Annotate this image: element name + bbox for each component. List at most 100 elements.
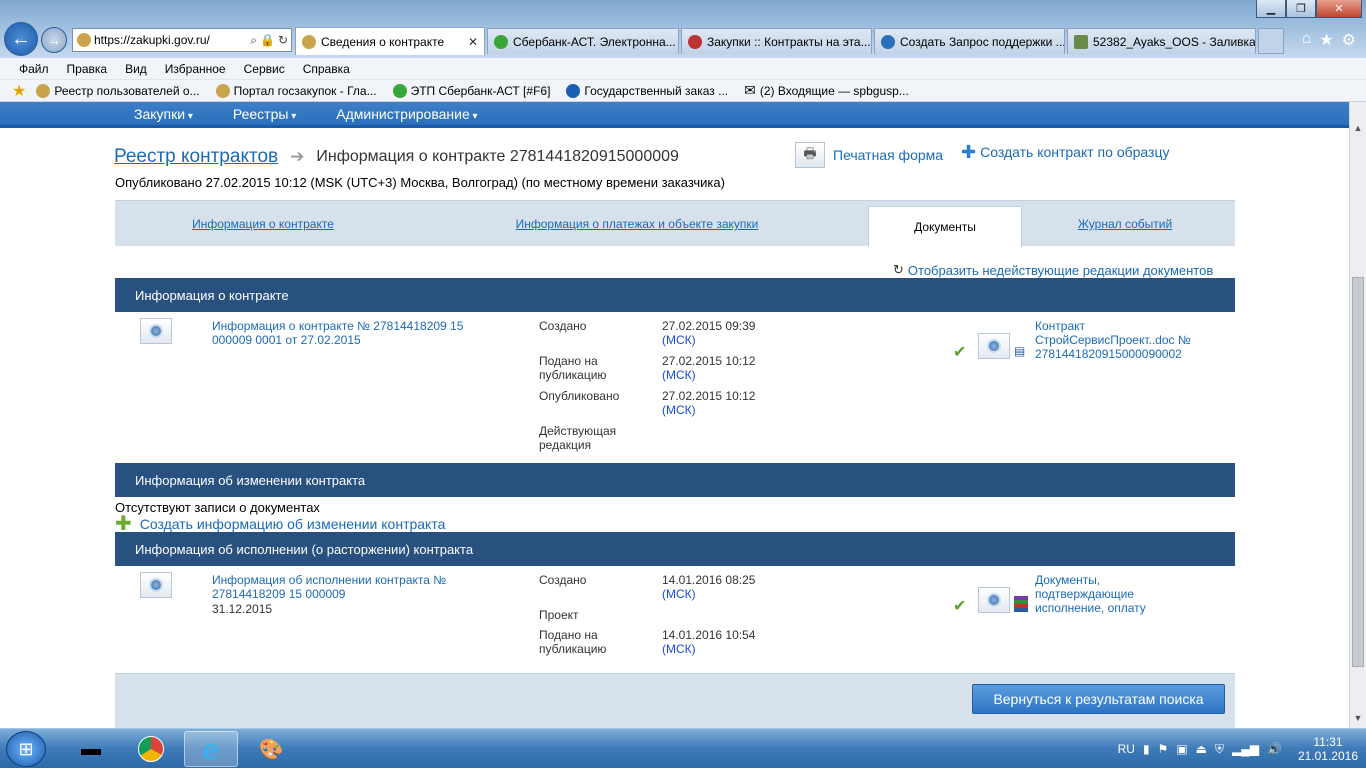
submitted-label: Подано на публикацию	[539, 628, 606, 656]
tab-title: Сведения о контракте	[321, 34, 445, 49]
pdf-icon[interactable]: ▣	[1176, 742, 1187, 756]
tab-documents[interactable]: Документы	[868, 206, 1022, 247]
browser-tab-ayaks[interactable]: 52382_Ayaks_OOS - Заливка ...	[1067, 28, 1256, 54]
browser-tab-contract[interactable]: Сведения о контракте ✕	[295, 27, 485, 55]
create-change-label: Создать информацию об изменении контракт…	[139, 516, 446, 532]
green-plus-icon: ✚	[115, 513, 132, 535]
menu-favorites[interactable]: Избранное	[165, 62, 226, 76]
browser-tab-support[interactable]: Создать Запрос поддержки ...	[874, 28, 1065, 54]
date-text: 27.02.2015 10:12	[662, 389, 756, 403]
certificate-button[interactable]	[978, 587, 1010, 613]
internet-explorer-icon[interactable]: e	[184, 731, 238, 767]
nav-administration[interactable]: Администрирование	[336, 106, 477, 122]
tab-label: Информация о контракте	[192, 217, 334, 231]
emblem-icon	[302, 34, 316, 49]
forward-button[interactable]: →	[41, 27, 67, 53]
tab-title: 52382_Ayaks_OOS - Заливка ...	[1093, 34, 1256, 49]
certificate-button[interactable]	[140, 572, 172, 598]
favorite-item[interactable]: ЭТП Сбербанк-АСТ [#F6]	[392, 83, 550, 98]
tab-payments-info[interactable]: Информация о платежах и объекте закупки	[411, 201, 863, 247]
scroll-up-icon[interactable]: ▲	[1350, 120, 1366, 136]
security-icon[interactable]: ⛨	[1215, 742, 1224, 757]
tab-event-log[interactable]: Журнал событий	[1025, 201, 1225, 247]
menu-edit[interactable]: Правка	[67, 62, 108, 76]
chrome-icon[interactable]	[124, 731, 178, 767]
favorites-add-icon[interactable]: ★	[12, 81, 26, 101]
gov-order-icon	[566, 83, 581, 98]
published-label: Опубликовано	[539, 389, 620, 403]
tab-title: Закупки :: Контракты на эта...	[707, 34, 871, 49]
scanner-app-icon[interactable]: ▬	[64, 731, 118, 767]
menu-help[interactable]: Справка	[303, 62, 350, 76]
back-button[interactable]: ←	[4, 22, 38, 56]
home-icon[interactable]: ⌂	[1302, 30, 1312, 50]
minimize-button[interactable]: ▁	[1256, 0, 1286, 18]
menu-tools[interactable]: Сервис	[244, 62, 285, 76]
contract-doc-link[interactable]: Информация о контракте № 27814418209 15 …	[212, 319, 463, 347]
tab-contract-info[interactable]: Информация о контракте	[115, 201, 411, 247]
maximize-button[interactable]: ❐	[1286, 0, 1316, 18]
favorite-item[interactable]: Реестр пользователей о...	[36, 83, 200, 98]
system-tray: RU ▮ ⚑ ▣ ⏏ ⛨ ▂▄▆ 🔊 11:31 21.01.2016	[1118, 729, 1366, 769]
paint-icon[interactable]: 🎨	[244, 731, 298, 767]
favorite-label: Реестр пользователей о...	[54, 83, 200, 98]
created-value: 27.02.2015 09:39 (МСК)	[662, 319, 755, 347]
network-icon[interactable]: ▮	[1143, 742, 1150, 756]
nav-purchases[interactable]: Закупки	[134, 106, 193, 122]
execution-doc-date: 31.12.2015	[212, 602, 273, 616]
tab-title: Создать Запрос поддержки ...	[900, 34, 1065, 49]
language-indicator[interactable]: RU	[1118, 742, 1135, 756]
certificate-button[interactable]	[140, 318, 172, 344]
print-form-button[interactable]: 🖶 Печатная форма	[795, 142, 943, 168]
vertical-scrollbar[interactable]: ▲ ▼	[1349, 102, 1366, 728]
execution-file-link[interactable]: Документы, подтверждающие исполнение, оп…	[1035, 573, 1146, 615]
label-line: публикацию	[539, 642, 607, 656]
seal-icon	[149, 324, 163, 338]
scroll-thumb[interactable]	[1352, 277, 1364, 667]
clock[interactable]: 11:31 21.01.2016	[1298, 735, 1358, 763]
execution-doc-link[interactable]: Информация об исполнении контракта № 278…	[212, 573, 446, 601]
browser-tab-zakupki[interactable]: Закупки :: Контракты на эта...	[681, 28, 872, 54]
signal-icon[interactable]: ▂▄▆	[1232, 742, 1259, 756]
seal-icon	[987, 593, 1001, 607]
back-to-results-button[interactable]: Вернуться к результатам поиска	[972, 684, 1225, 714]
browser-titlebar: ▁ ❐ ✕ ← → https://zakupki.gov.ru/ ⌕ 🔒 ↻ …	[0, 0, 1366, 58]
search-icon[interactable]: ⌕	[250, 33, 257, 48]
gear-icon[interactable]: ⚙	[1342, 30, 1356, 50]
create-from-template-button[interactable]: ✚ Создать контракт по образцу	[961, 142, 1169, 162]
close-tab-icon[interactable]: ✕	[468, 35, 478, 49]
flag-icon[interactable]: ⚑	[1158, 742, 1169, 756]
link-line: 000009 0001 от 27.02.2015	[212, 333, 361, 347]
favorites-star-icon[interactable]: ★	[1319, 30, 1333, 50]
usb-icon[interactable]: ⏏	[1196, 742, 1207, 756]
volume-icon[interactable]: 🔊	[1267, 742, 1282, 756]
address-bar[interactable]: https://zakupki.gov.ru/ ⌕ 🔒 ↻	[72, 28, 292, 52]
refresh-icon[interactable]: ↻	[278, 33, 291, 47]
favorite-item[interactable]: ✉ (2) Входящие — spbgusp...	[744, 82, 909, 99]
plus-icon: ✚	[961, 142, 977, 162]
section-header-change-info: Информация об изменении контракта	[115, 463, 1235, 497]
tab-title: Сбербанк-АСТ. Электронна...	[513, 34, 676, 49]
browser-tools: ⌂ ★ ⚙	[1302, 30, 1356, 50]
lock-icon[interactable]: 🔒	[260, 33, 275, 47]
show-old-versions-link[interactable]: ↻ Отобразить недействующие редакции доку…	[893, 262, 1213, 278]
close-window-button[interactable]: ✕	[1316, 0, 1362, 18]
menu-view[interactable]: Вид	[125, 62, 147, 76]
show-old-label: Отобразить недействующие редакции докуме…	[907, 262, 1214, 278]
new-tab-button[interactable]	[1258, 28, 1284, 54]
certificate-button[interactable]	[978, 333, 1010, 359]
hammer-icon	[688, 34, 702, 49]
favorite-item[interactable]: Портал госзакупок - Гла...	[215, 83, 377, 98]
mail-icon: ✉	[744, 82, 756, 98]
start-button[interactable]: ⊞	[6, 731, 46, 767]
seal-icon	[149, 578, 163, 592]
breadcrumb-registry-link[interactable]: Реестр контрактов	[114, 146, 278, 168]
scroll-down-icon[interactable]: ▼	[1350, 710, 1366, 726]
clock-time: 11:31	[1313, 735, 1343, 749]
contract-file-link[interactable]: Контракт СтройСервисПроект..doc № 278144…	[1035, 319, 1191, 361]
browser-tab-sberbank[interactable]: Сбербанк-АСТ. Электронна...	[487, 28, 679, 54]
menu-file[interactable]: Файл	[19, 62, 49, 76]
favorite-item[interactable]: Государственный заказ ...	[566, 83, 728, 98]
create-change-info-link[interactable]: ✚ Создать информацию об изменении контра…	[115, 513, 446, 535]
nav-registries[interactable]: Реестры	[233, 106, 296, 122]
